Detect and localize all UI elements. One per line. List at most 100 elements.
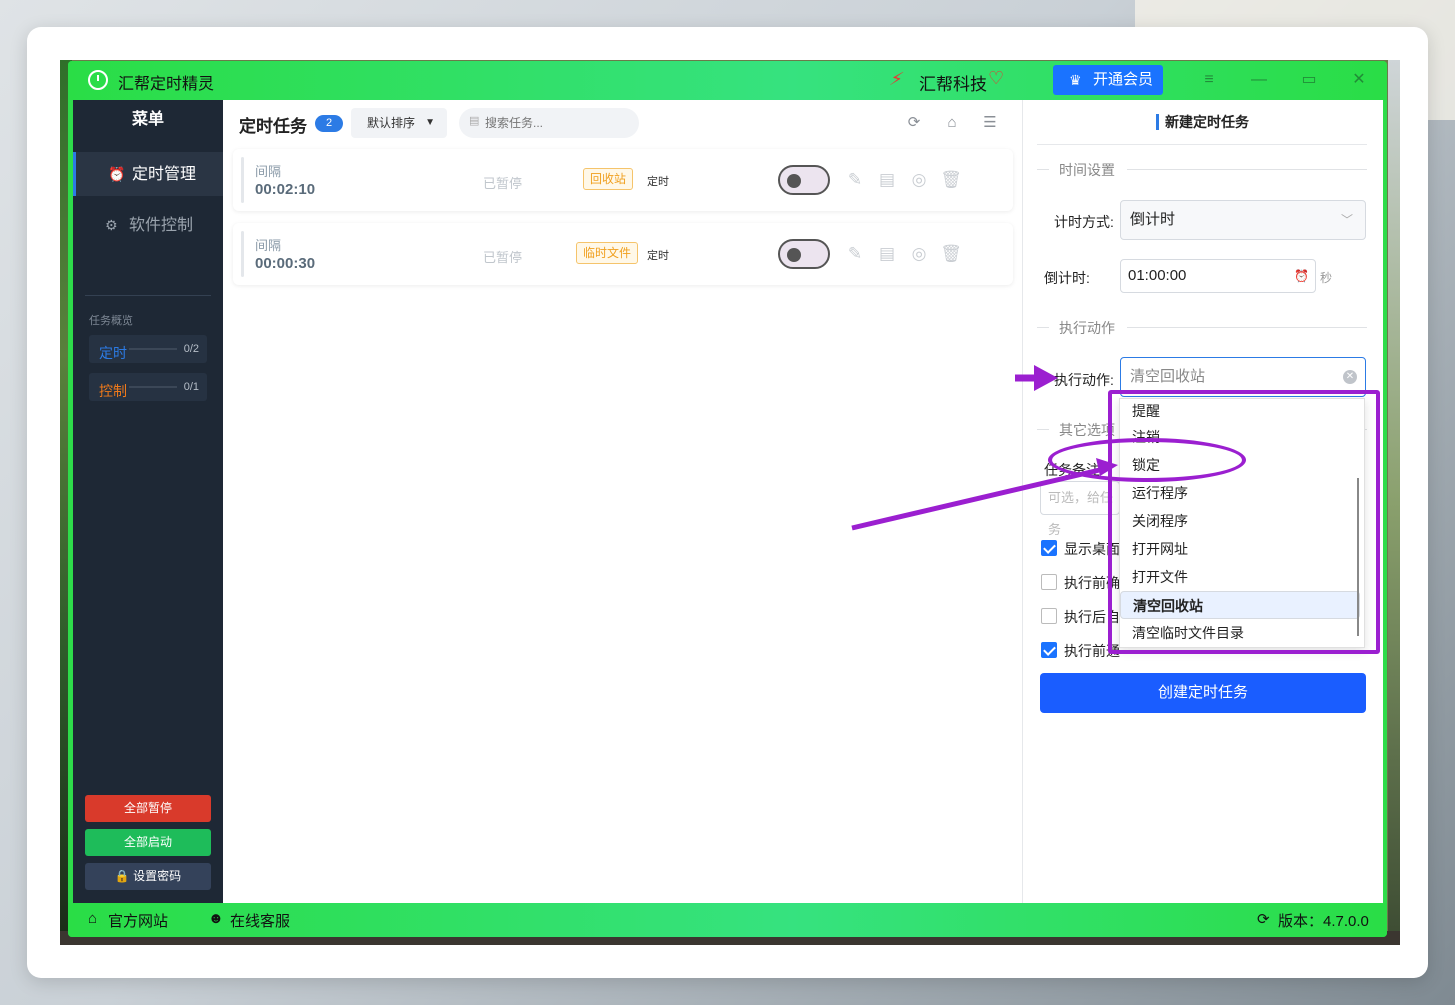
minimize-icon[interactable]: — <box>1248 69 1270 91</box>
sidebar-header: 菜单 <box>131 111 164 128</box>
task-row-bar <box>241 157 244 203</box>
timing-mode-select[interactable]: 倒计时 ﹀ <box>1120 200 1366 240</box>
timing-mode-label: 计时方式: <box>1054 214 1114 230</box>
alarm-clock-logo-icon <box>88 70 108 90</box>
sidebar-item-timer-management[interactable]: ⏰ 定时管理 <box>73 152 223 196</box>
task-action-tag: 回收站 <box>583 168 634 190</box>
menu-icon[interactable]: ≡ <box>1198 69 1220 91</box>
delete-icon[interactable]: 🗑 <box>940 169 962 191</box>
stat-control: 控制 0/1 <box>89 373 207 401</box>
section-title: 其它选项 <box>1059 422 1115 438</box>
log-icon[interactable]: ☰ <box>981 114 999 132</box>
section-action: 执行动作 <box>1037 318 1367 336</box>
lock-icon: 🔒 <box>114 869 134 883</box>
stat-progress-bar <box>129 386 177 388</box>
clean-icon[interactable]: ⌂ <box>943 114 961 132</box>
set-password-button[interactable]: 🔒 设置密码 <box>85 863 211 890</box>
brand-name: 汇帮科技 <box>919 75 987 94</box>
run-icon[interactable]: ◎ <box>908 243 930 265</box>
delete-icon[interactable]: 🗑 <box>940 243 962 265</box>
search-box[interactable]: ▤ <box>459 108 639 138</box>
crown-icon: ♛ <box>1069 72 1082 88</box>
task-row-bar <box>241 231 244 277</box>
timing-mode-value: 倒计时 <box>1130 211 1176 228</box>
task-toggle-switch[interactable] <box>778 239 830 269</box>
panel-title: 新建定时任务 <box>1156 114 1249 130</box>
stat-label: 定时 <box>99 345 127 361</box>
desktop-strip-right <box>1388 60 1400 945</box>
edit-icon[interactable]: ✎ <box>844 243 866 265</box>
checkbox-show-desktop[interactable] <box>1041 540 1057 556</box>
chevron-down-icon: ﹀ <box>1340 213 1353 227</box>
edit-icon[interactable]: ✎ <box>844 169 866 191</box>
annotation-highlight-ellipse <box>1048 438 1246 482</box>
task-type: 间隔 <box>255 238 282 253</box>
annotation-highlight-box <box>1108 390 1380 654</box>
title-bar: 汇帮定时精灵 ⚡ 汇帮科技 ♡ ♛ 开通会员 ≡ — ▭ ✕ <box>68 61 1387 100</box>
heart-icon[interactable]: ♡ <box>988 68 1004 89</box>
section-time-settings: 时间设置 <box>1037 160 1367 178</box>
checkbox-auto-after[interactable] <box>1041 608 1057 624</box>
close-icon[interactable]: ✕ <box>1348 69 1370 91</box>
countdown-unit: 秒 <box>1320 271 1333 285</box>
task-mode: 定时 <box>647 250 669 262</box>
sidebar-divider <box>85 295 211 296</box>
alarm-clock-icon: ⏰ <box>108 166 126 182</box>
section-line <box>1037 327 1049 328</box>
create-task-button[interactable]: 创建定时任务 <box>1040 673 1366 713</box>
task-row[interactable]: 间隔 00:00:30 已暂停 临时文件 定时 ✎ ▤ ◎ 🗑 <box>233 223 1013 285</box>
task-time: 00:00:30 <box>255 255 316 272</box>
copy-icon[interactable]: ▤ <box>876 243 898 265</box>
sidebar-item-label: 定时管理 <box>132 166 197 183</box>
brand-logo-icon: ⚡ <box>887 69 906 89</box>
support-icon: ☻ <box>208 910 224 927</box>
task-toggle-switch[interactable] <box>778 165 830 195</box>
task-status: 已暂停 <box>483 250 523 265</box>
caret-down-icon: ▼ <box>425 117 435 128</box>
version-label: 版本：4.7.0.0 <box>1278 913 1369 930</box>
app-title: 汇帮定时精灵 <box>118 76 215 93</box>
online-support-link[interactable]: 在线客服 <box>230 910 290 931</box>
clear-icon[interactable]: ✕ <box>1343 370 1357 384</box>
home-icon: ⌂ <box>88 910 98 927</box>
sort-select[interactable]: 默认排序 ▼ <box>351 108 447 138</box>
checkbox-notify-before[interactable] <box>1041 642 1057 658</box>
page-title: 定时任务 <box>239 117 307 136</box>
sort-select-value: 默认排序 <box>367 116 416 130</box>
official-website-link[interactable]: 官方网站 <box>108 910 168 931</box>
search-input[interactable] <box>485 113 633 133</box>
sidebar-item-software-control[interactable]: ⚙ 软件控制 <box>73 203 223 247</box>
countdown-value: 01:00:00 <box>1128 267 1187 284</box>
task-time: 00:02:10 <box>255 181 316 198</box>
task-action-tag: 临时文件 <box>576 242 639 264</box>
refresh-icon[interactable]: ⟳ <box>905 114 923 132</box>
task-status: 已暂停 <box>483 176 523 191</box>
run-icon[interactable]: ◎ <box>908 169 930 191</box>
pause-all-button[interactable]: 全部暂停 <box>85 795 211 822</box>
vip-button-label: 开通会员 <box>1093 71 1154 88</box>
stat-label: 控制 <box>99 383 127 399</box>
sidebar: 菜单 ⏰ 定时管理 ⚙ 软件控制 任务概览 定时 0/2 控制 0/1 全部暂停 全… <box>73 100 223 903</box>
checkbox-confirm-before[interactable] <box>1041 574 1057 590</box>
refresh-version-icon: ⟳ <box>1257 911 1270 928</box>
copy-icon[interactable]: ▤ <box>876 169 898 191</box>
countdown-input[interactable]: 01:00:00 ⏰ <box>1120 259 1316 293</box>
overview-title: 任务概览 <box>89 315 133 327</box>
task-mode: 定时 <box>647 176 669 188</box>
search-icon: ▤ <box>469 115 480 127</box>
action-select-value: 清空回收站 <box>1130 368 1206 385</box>
task-row[interactable]: 间隔 00:02:10 已暂停 回收站 定时 ✎ ▤ ◎ 🗑 <box>233 149 1013 211</box>
action-label: 执行动作: <box>1054 372 1114 388</box>
task-list-panel: 定时任务 2 默认排序 ▼ ▤ ⟳ ⌂ ☰ 间隔 00:02:10 已暂停 回收… <box>223 100 1022 903</box>
vip-button[interactable]: ♛ 开通会员 <box>1053 65 1163 95</box>
stat-value: 0/2 <box>183 343 199 355</box>
start-all-button[interactable]: 全部启动 <box>85 829 211 856</box>
stat-progress-bar <box>129 348 177 350</box>
status-bar: ⌂ 官方网站 ☻ 在线客服 ⟳ 版本：4.7.0.0 <box>68 903 1387 937</box>
panel-divider <box>1037 144 1367 145</box>
section-title: 时间设置 <box>1059 162 1115 178</box>
maximize-icon[interactable]: ▭ <box>1298 69 1320 91</box>
sidebar-item-label: 软件控制 <box>129 217 194 234</box>
section-line <box>1037 429 1049 430</box>
task-count-badge: 2 <box>315 115 343 132</box>
